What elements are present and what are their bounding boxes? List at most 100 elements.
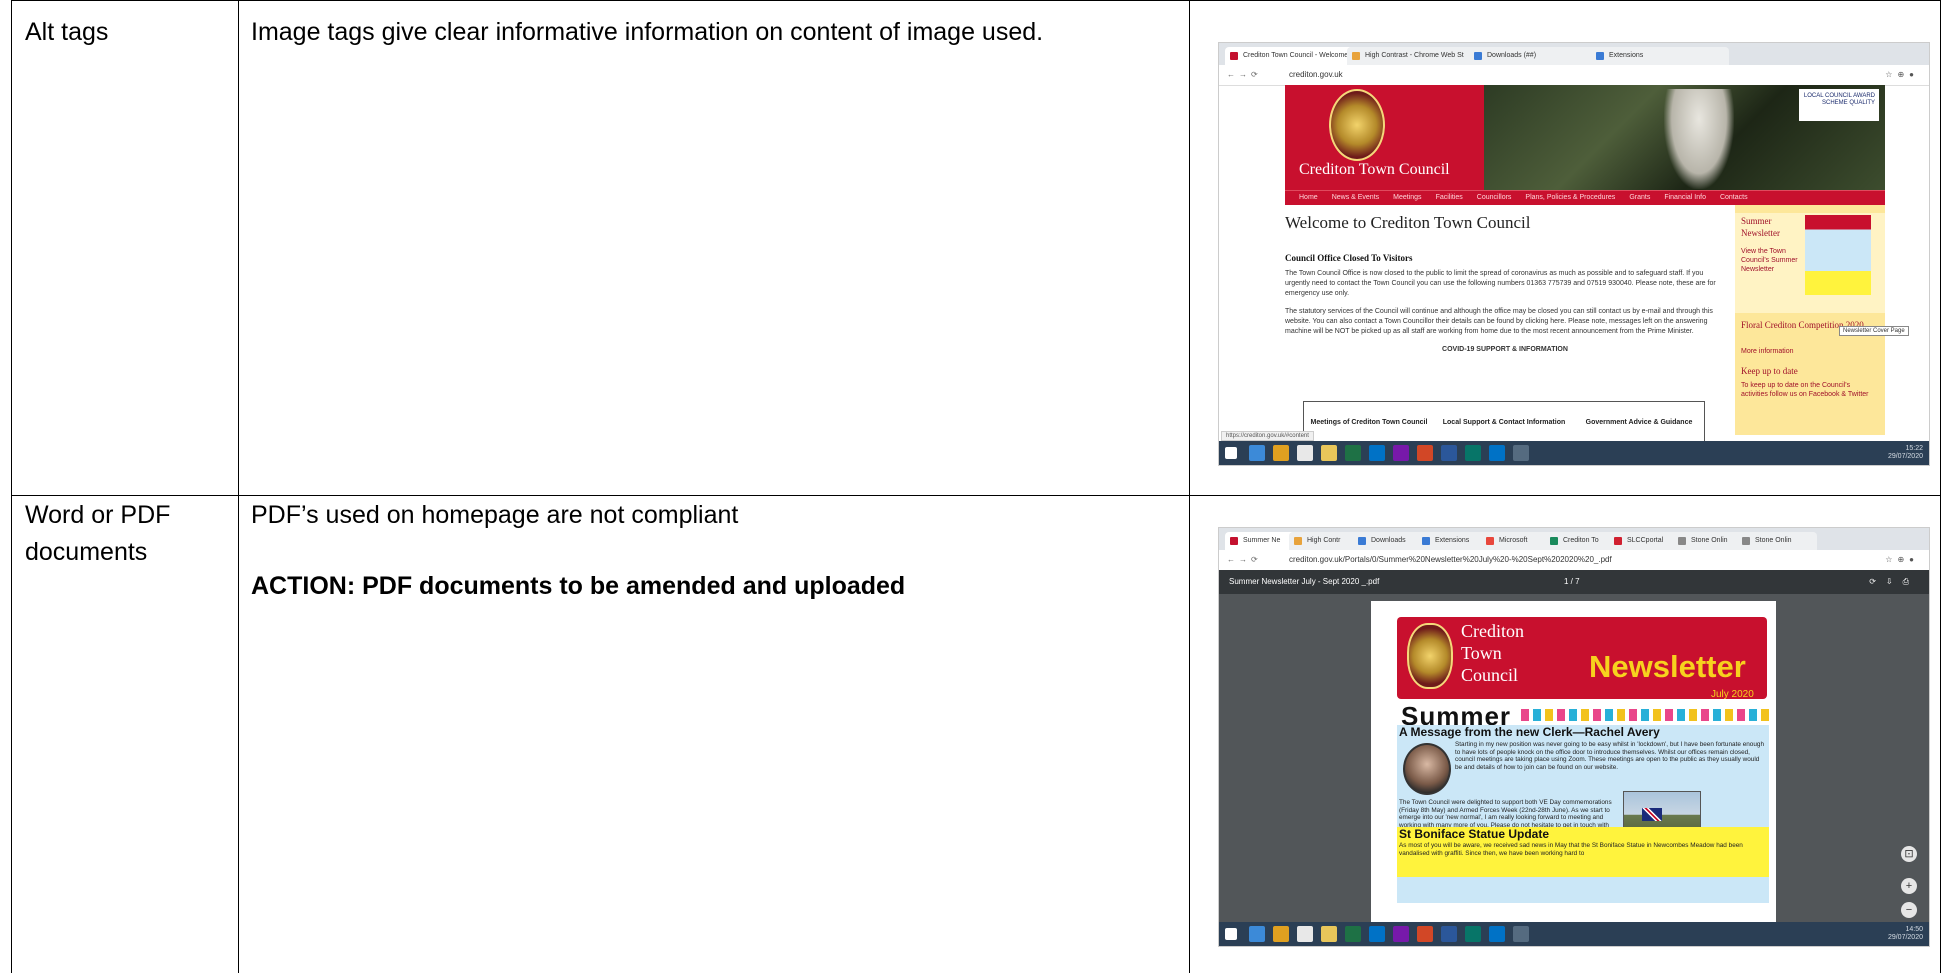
column-divider-1 xyxy=(238,0,239,973)
clock-date: 29/07/2020 xyxy=(1887,934,1923,941)
site-nav-item: Facilities xyxy=(1435,194,1463,201)
powerpoint-icon xyxy=(1417,926,1433,942)
statue-update-heading: St Boniface Statue Update xyxy=(1399,827,1550,841)
onenote-icon xyxy=(1393,445,1409,461)
browser-toolbar-icons: ☆⊕● xyxy=(1885,70,1919,79)
windows-start-icon xyxy=(1225,928,1237,940)
council-crest-icon xyxy=(1407,623,1453,689)
tab-label: Stone Onlin xyxy=(1755,537,1792,544)
file-explorer-icon xyxy=(1321,445,1337,461)
publisher-icon xyxy=(1465,445,1481,461)
clerk-message-paragraph: Starting in my new position was never go… xyxy=(1455,741,1765,771)
outlook-icon xyxy=(1369,445,1385,461)
clock-time: 15:22 xyxy=(1905,445,1923,452)
council-crest-icon xyxy=(1329,89,1385,161)
status-url: https://crediton.gov.uk/#content xyxy=(1221,431,1314,441)
website-screenshot: Crediton Town Council - Welcome High Con… xyxy=(1218,42,1930,466)
row-label-alt-tags: Alt tags xyxy=(25,18,109,46)
pdf-toolbar: Summer Newsletter July - Sept 2020 _.pdf… xyxy=(1219,570,1929,594)
favicon-icon xyxy=(1230,537,1238,545)
site-nav-item: Councillors xyxy=(1476,194,1512,201)
newsletter-date: July 2020 xyxy=(1711,689,1754,700)
row-divider xyxy=(11,495,1941,496)
excel-icon xyxy=(1345,445,1361,461)
favicon-icon xyxy=(1474,52,1482,60)
notice-paragraph: The Town Council Office is now closed to… xyxy=(1285,270,1716,297)
table-border-top xyxy=(11,0,1941,1)
site-nav-item: Financial Info xyxy=(1664,194,1706,201)
pdf-title: Summer Newsletter July - Sept 2020 _.pdf xyxy=(1229,577,1380,586)
browser-tab: Stone Onlin xyxy=(1737,532,1817,550)
browser-toolbar-icons: ☆⊕● xyxy=(1885,555,1919,564)
pdf-page-indicator: 1 / 7 xyxy=(1564,577,1580,586)
browser-tab: Extensions xyxy=(1591,47,1729,65)
statue-update-text: As most of you will be aware, we receive… xyxy=(1399,842,1743,857)
taskbar-clock: 15:22 29/07/2020 xyxy=(1888,445,1923,461)
favicon-icon xyxy=(1486,537,1494,545)
info-box-government-advice: Government Advice & Guidance xyxy=(1585,419,1693,426)
outlook-icon xyxy=(1369,926,1385,942)
browser-nav-icons: ←→⟳ xyxy=(1227,555,1262,564)
tab-label: Downloads xyxy=(1371,537,1406,544)
site-nav-item: Meetings xyxy=(1393,194,1422,201)
onenote-icon xyxy=(1393,926,1409,942)
address-url: crediton.gov.uk xyxy=(1289,70,1343,79)
excel-icon xyxy=(1345,926,1361,942)
tab-label: Extensions xyxy=(1609,52,1644,59)
tab-label: Extensions xyxy=(1435,537,1470,544)
tab-label: Crediton Town Council - Welcome xyxy=(1243,52,1349,59)
row-label-word-pdf: Word or PDF documents xyxy=(25,501,171,566)
word-icon xyxy=(1441,926,1457,942)
tab-label: SLCCportal xyxy=(1627,537,1664,544)
tab-label: Microsoft xyxy=(1499,537,1528,544)
favicon-icon xyxy=(1678,537,1686,545)
covid-heading: COVID-19 SUPPORT & INFORMATION xyxy=(1442,346,1568,353)
pdf-viewer-screenshot: Summer Ne High Contr Downloads Extension… xyxy=(1218,527,1930,947)
home-icon xyxy=(1297,445,1313,461)
windows-start-icon xyxy=(1225,447,1237,459)
site-title: Crediton Town Council xyxy=(1299,161,1450,178)
browser-tab: Crediton Town Council - Welcome xyxy=(1225,47,1363,65)
tab-label: Downloads (##) xyxy=(1487,52,1537,59)
word-icon xyxy=(1441,445,1457,461)
site-nav: Home News & Events Meetings Facilities Counc… xyxy=(1285,190,1885,205)
keep-up-to-date-title: Keep up to date xyxy=(1741,366,1798,376)
edge-icon xyxy=(1249,445,1265,461)
zoom-out-icon: − xyxy=(1901,902,1917,918)
tab-label: Summer Ne xyxy=(1243,537,1281,544)
clerk-message-heading: A Message from the new Clerk—Rachel Aver… xyxy=(1399,725,1660,739)
clock-date: 29/07/2020 xyxy=(1887,453,1923,460)
outlook-icon xyxy=(1489,926,1505,942)
clerk-photo xyxy=(1403,743,1451,795)
pdf-page: Crediton Town Council Newsletter July 20… xyxy=(1371,601,1776,946)
welcome-heading: Welcome to Crediton Town Council xyxy=(1285,213,1531,232)
site-nav-item: Home xyxy=(1299,194,1318,201)
site-nav-item: Contacts xyxy=(1719,194,1748,201)
notice-heading: Council Office Closed To Visitors xyxy=(1285,253,1413,263)
union-flag-icon xyxy=(1642,808,1662,821)
bunting-decoration xyxy=(1521,709,1771,721)
browser-nav-icons: ←→⟳ xyxy=(1227,70,1262,79)
powerpoint-icon xyxy=(1417,445,1433,461)
address-bar: ←→⟳ crediton.gov.uk/Portals/0/Summer%20N… xyxy=(1219,550,1929,571)
windows-taskbar: 15:22 29/07/2020 xyxy=(1219,441,1929,465)
zoom-in-icon: + xyxy=(1901,878,1917,894)
snipping-tool-icon xyxy=(1513,445,1529,461)
snipping-tool-icon xyxy=(1513,926,1529,942)
newsletter-wordmark: Newsletter xyxy=(1589,649,1746,684)
site-nav-item: News & Events xyxy=(1331,194,1380,201)
keep-up-to-date-text: To keep up to date on the Council's acti… xyxy=(1741,382,1869,398)
browser-tab: High Contrast - Chrome Web St xyxy=(1347,47,1485,65)
browser-tab-bar: Crediton Town Council - Welcome High Con… xyxy=(1219,43,1929,65)
favicon-icon xyxy=(1294,537,1302,545)
image-tooltip: Newsletter Cover Page xyxy=(1839,326,1909,336)
favicon-icon xyxy=(1742,537,1750,545)
newsletter-town-title: Crediton Town Council xyxy=(1461,621,1524,685)
favicon-icon xyxy=(1230,52,1238,60)
site-nav-item: Plans, Policies & Procedures xyxy=(1525,194,1616,201)
file-explorer-icon xyxy=(1321,926,1337,942)
sidebar: Summer Newsletter View the Town Council'… xyxy=(1735,205,1885,435)
pdf-tool-icons: ⟳⇩⎙ xyxy=(1869,577,1919,586)
newsletter-cover-thumbnail xyxy=(1805,215,1871,295)
tab-label: Stone Onlin xyxy=(1691,537,1728,544)
